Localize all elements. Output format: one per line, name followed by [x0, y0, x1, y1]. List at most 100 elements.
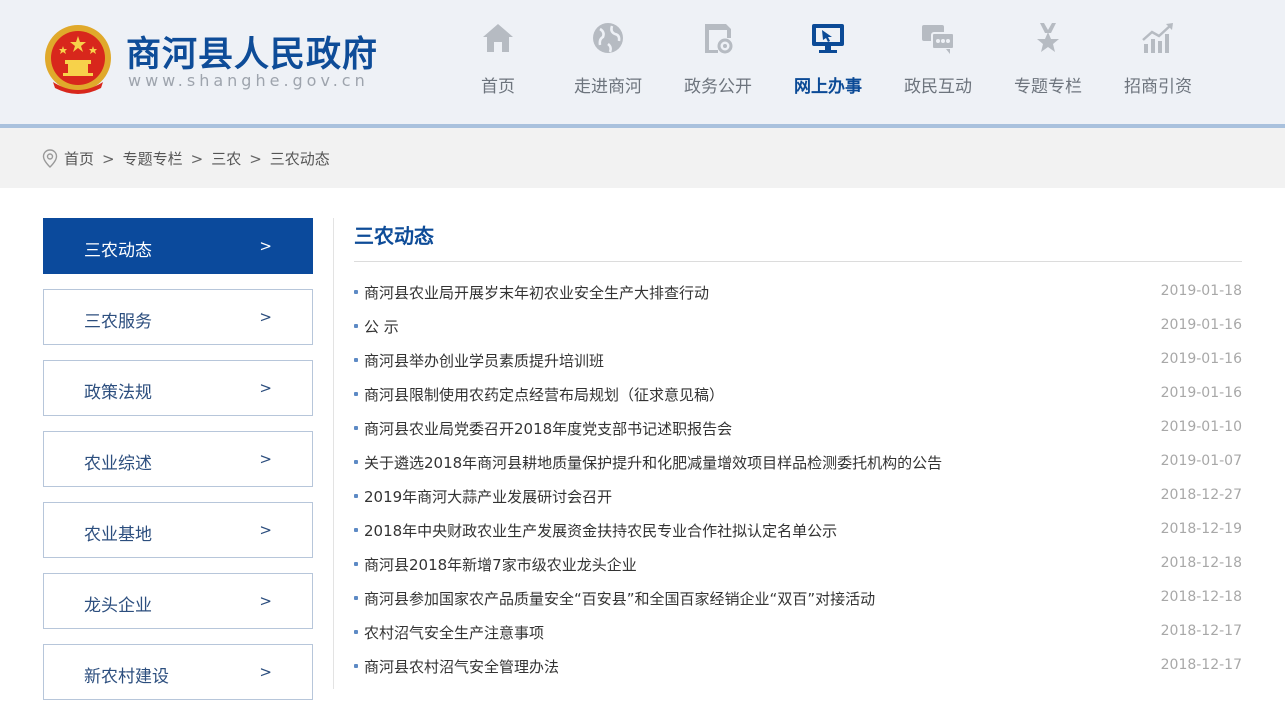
- sidebar-item-sannong-service[interactable]: 三农服务 >: [43, 289, 313, 345]
- chevron-right-icon: >: [259, 237, 272, 255]
- chevron-right-icon: >: [259, 379, 272, 397]
- nav-item-gov-affairs[interactable]: 政务公开: [663, 18, 773, 108]
- nav-label: 专题专栏: [1014, 77, 1082, 97]
- list-item[interactable]: 商河县限制使用农药定点经营布局规划（征求意见稿） 2019-01-16: [354, 377, 1242, 411]
- sidebar: 三农动态 > 三农服务 > 政策法规 > 农业综述 > 农业基地 > 龙头企业 …: [43, 218, 313, 715]
- bullet-icon: [354, 392, 358, 396]
- sidebar-item-label: 农业基地: [84, 525, 152, 545]
- list-item[interactable]: 商河县参加国家农产品质量安全“百安县”和全国百家经销企业“双百”对接活动 2018…: [354, 581, 1242, 615]
- breadcrumb-separator: >: [102, 149, 115, 168]
- breadcrumb-separator: >: [249, 149, 262, 168]
- chart-growth-icon: [1142, 23, 1173, 53]
- article-title[interactable]: 2018年中央财政农业生产发展资金扶持农民专业合作社拟认定名单公示: [364, 520, 837, 541]
- site-title[interactable]: 商河县人民政府: [126, 26, 378, 77]
- column-divider: [333, 218, 334, 689]
- sidebar-item-policy[interactable]: 政策法规 >: [43, 360, 313, 416]
- nav-label: 政务公开: [684, 77, 752, 97]
- article-title[interactable]: 关于遴选2018年商河县耕地质量保护提升和化肥减量增效项目样品检测委托机构的公告: [364, 452, 942, 473]
- list-item[interactable]: 农村沼气安全生产注意事项 2018-12-17: [354, 615, 1242, 649]
- globe-icon: [593, 23, 623, 53]
- breadcrumb-separator: >: [190, 149, 204, 168]
- nav-item-investment[interactable]: 招商引资: [1103, 18, 1213, 108]
- bullet-icon: [354, 290, 358, 294]
- monitor-icon: [812, 24, 844, 53]
- nav-item-special-topics[interactable]: 专题专栏: [993, 18, 1103, 108]
- chevron-right-icon: >: [259, 308, 272, 326]
- medal-icon: [1037, 23, 1059, 52]
- chevron-right-icon: >: [259, 663, 272, 681]
- bullet-icon: [354, 460, 358, 464]
- article-date: 2018-12-19: [1160, 521, 1242, 537]
- breadcrumb: 首页 > 专题专栏 > 三农 > 三农动态: [42, 148, 330, 169]
- sidebar-item-leading-enterprises[interactable]: 龙头企业 >: [43, 573, 313, 629]
- article-date: 2018-12-27: [1160, 487, 1242, 503]
- sidebar-item-label: 龙头企业: [84, 596, 152, 616]
- home-icon: [483, 24, 513, 52]
- article-title[interactable]: 商河县农村沼气安全管理办法: [364, 656, 559, 677]
- sidebar-item-overview[interactable]: 农业综述 >: [43, 431, 313, 487]
- list-item[interactable]: 商河县农村沼气安全管理办法 2018-12-17: [354, 649, 1242, 683]
- bullet-icon: [354, 426, 358, 430]
- section-title: 三农动态: [354, 224, 434, 248]
- list-item[interactable]: 商河县农业局开展岁末年初农业安全生产大排查行动 2019-01-18: [354, 275, 1242, 309]
- sidebar-item-label: 农业综述: [84, 454, 152, 474]
- bullet-icon: [354, 528, 358, 532]
- article-title[interactable]: 商河县2018年新增7家市级农业龙头企业: [364, 554, 637, 575]
- breadcrumb-item-topics[interactable]: 专题专栏: [123, 148, 183, 169]
- bullet-icon: [354, 630, 358, 634]
- list-item[interactable]: 商河县农业局党委召开2018年度党支部书记述职报告会 2019-01-10: [354, 411, 1242, 445]
- section-divider: [354, 261, 1242, 262]
- article-date: 2018-12-18: [1160, 589, 1242, 605]
- article-date: 2018-12-17: [1160, 623, 1242, 639]
- chevron-right-icon: >: [259, 521, 272, 539]
- sidebar-item-new-countryside[interactable]: 新农村建设 >: [43, 644, 313, 700]
- national-emblem-icon[interactable]: [43, 22, 113, 96]
- breadcrumb-item-home[interactable]: 首页: [64, 148, 94, 169]
- breadcrumb-bar: 首页 > 专题专栏 > 三农 > 三农动态: [0, 128, 1285, 188]
- nav-item-online-service[interactable]: 网上办事: [773, 18, 883, 108]
- article-date: 2019-01-07: [1160, 453, 1242, 469]
- chevron-right-icon: >: [259, 592, 272, 610]
- article-title[interactable]: 商河县参加国家农产品质量安全“百安县”和全国百家经销企业“双百”对接活动: [364, 588, 875, 609]
- list-item[interactable]: 商河县举办创业学员素质提升培训班 2019-01-16: [354, 343, 1242, 377]
- breadcrumb-item-current[interactable]: 三农动态: [270, 148, 330, 169]
- nav-item-home[interactable]: 首页: [443, 18, 553, 108]
- sidebar-item-label: 政策法规: [84, 383, 152, 403]
- bullet-icon: [354, 324, 358, 328]
- bullet-icon: [354, 562, 358, 566]
- nav-item-about[interactable]: 走进商河: [553, 18, 663, 108]
- article-title[interactable]: 2019年商河大蒜产业发展研讨会召开: [364, 486, 612, 507]
- article-title[interactable]: 商河县农业局党委召开2018年度党支部书记述职报告会: [364, 418, 732, 439]
- bullet-icon: [354, 664, 358, 668]
- sidebar-item-bases[interactable]: 农业基地 >: [43, 502, 313, 558]
- article-title[interactable]: 商河县农业局开展岁末年初农业安全生产大排查行动: [364, 282, 709, 303]
- chevron-right-icon: >: [259, 450, 272, 468]
- sidebar-item-sannong-news[interactable]: 三农动态 >: [43, 218, 313, 274]
- breadcrumb-item-sannong[interactable]: 三农: [211, 148, 241, 169]
- list-item[interactable]: 2019年商河大蒜产业发展研讨会召开 2018-12-27: [354, 479, 1242, 513]
- article-date: 2019-01-16: [1160, 351, 1242, 367]
- nav-label: 网上办事: [794, 77, 862, 97]
- article-date: 2018-12-18: [1160, 555, 1242, 571]
- list-item[interactable]: 2018年中央财政农业生产发展资金扶持农民专业合作社拟认定名单公示 2018-12…: [354, 513, 1242, 547]
- article-date: 2019-01-16: [1160, 385, 1242, 401]
- nav-label: 招商引资: [1124, 77, 1192, 97]
- article-date: 2019-01-10: [1160, 419, 1242, 435]
- chat-icon: [922, 25, 955, 54]
- main-nav: 首页 走进商河 政务公开 网上办事 政民互动 专题专栏 招商引资: [443, 18, 1213, 108]
- bullet-icon: [354, 596, 358, 600]
- list-item[interactable]: 商河县2018年新增7家市级农业龙头企业 2018-12-18: [354, 547, 1242, 581]
- bullet-icon: [354, 358, 358, 362]
- nav-item-interaction[interactable]: 政民互动: [883, 18, 993, 108]
- article-title[interactable]: 商河县限制使用农药定点经营布局规划（征求意见稿）: [364, 384, 724, 405]
- location-pin-icon: [42, 148, 58, 168]
- nav-label: 政民互动: [904, 77, 972, 97]
- document-gear-icon: [705, 24, 733, 54]
- article-title[interactable]: 农村沼气安全生产注意事项: [364, 622, 544, 643]
- list-item[interactable]: 公 示 2019-01-16: [354, 309, 1242, 343]
- nav-label: 首页: [481, 77, 515, 97]
- sidebar-item-label: 新农村建设: [84, 667, 169, 687]
- article-title[interactable]: 商河县举办创业学员素质提升培训班: [364, 350, 604, 371]
- list-item[interactable]: 关于遴选2018年商河县耕地质量保护提升和化肥减量增效项目样品检测委托机构的公告…: [354, 445, 1242, 479]
- article-title[interactable]: 公 示: [364, 316, 399, 337]
